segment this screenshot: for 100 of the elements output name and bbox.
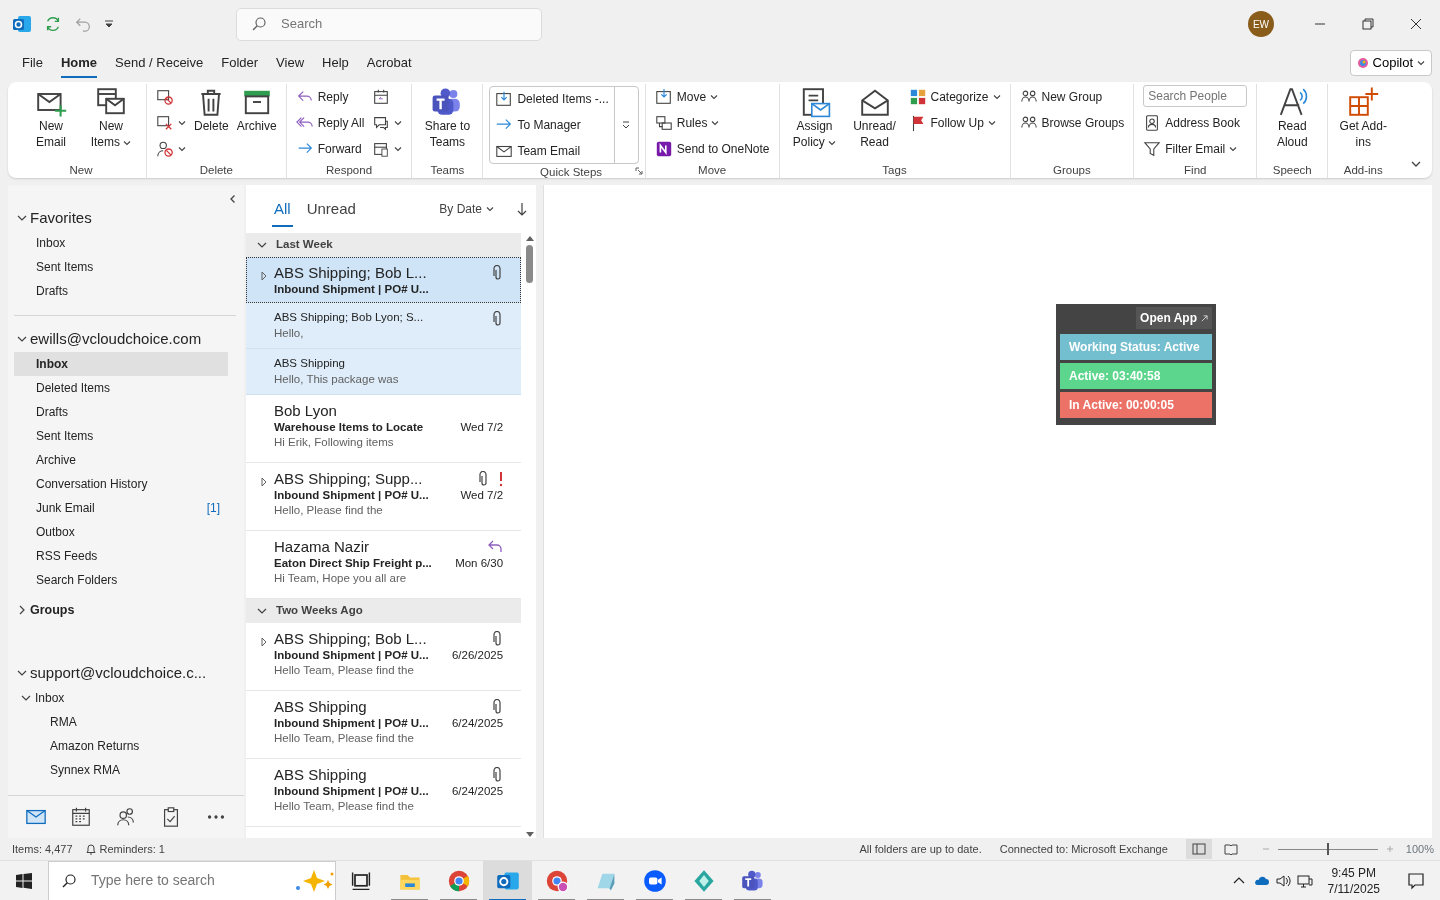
ribbon-button[interactable]: Get Add-ins: [1334, 84, 1393, 152]
folder-item[interactable]: Synnex RMA: [14, 758, 228, 782]
group-label: Respond: [326, 164, 373, 176]
ribbon-button[interactable]: Reply All: [292, 111, 368, 135]
customize-icon[interactable]: [104, 19, 114, 29]
menu-tab[interactable]: Send / Receive: [107, 49, 212, 77]
item-count: Items: 4,477: [12, 841, 73, 857]
ribbon-button[interactable]: Share to Teams: [418, 84, 477, 152]
taskbar-search-field[interactable]: Type here to search: [89, 869, 274, 892]
ribbon-button[interactable]: Rules: [651, 111, 773, 135]
ribbon-button[interactable]: Delete: [191, 84, 232, 136]
folder-item[interactable]: Deleted Items: [14, 376, 228, 400]
folder-group-header[interactable]: Groups: [8, 598, 81, 622]
folder-item[interactable]: RMA: [14, 710, 228, 734]
network-icon[interactable]: [1296, 872, 1313, 889]
ribbon-button[interactable]: Follow Up: [905, 111, 1004, 135]
ribbon-button[interactable]: Deleted Items -...: [492, 87, 612, 111]
collapse-pane-icon[interactable]: [228, 194, 238, 204]
view-button[interactable]: [1185, 839, 1212, 859]
ribbon-button[interactable]: Send to OneNote: [651, 137, 773, 161]
folder-item[interactable]: Inbox: [14, 686, 228, 710]
menu-tab[interactable]: File: [14, 49, 51, 77]
group-header[interactable]: Last Week: [246, 233, 522, 257]
ribbon-button[interactable]: Unread/ Read: [845, 84, 904, 152]
expand-thread-icon[interactable]: [260, 637, 268, 647]
people-icon[interactable]: [115, 806, 137, 828]
sync-icon[interactable]: [44, 15, 62, 33]
ribbon-button[interactable]: Assign Policy: [785, 84, 844, 152]
filter-tab[interactable]: Unread: [304, 195, 358, 223]
folder-item[interactable]: Conversation History: [14, 472, 228, 496]
group-header[interactable]: Two Weeks Ago: [246, 599, 522, 623]
folder-item[interactable]: Amazon Returns: [14, 734, 228, 758]
menu-tab[interactable]: Acrobat: [358, 49, 420, 77]
dialog-launcher-icon[interactable]: [634, 167, 643, 175]
ribbon-button[interactable]: New Email: [22, 84, 80, 152]
account-header[interactable]: Favorites: [8, 205, 98, 231]
folder-item[interactable]: Sent Items: [14, 424, 228, 448]
sender-name: ABS Shipping; Bob Lyon; S...: [274, 310, 425, 325]
maximize-icon[interactable]: [1360, 16, 1376, 32]
ribbon-button[interactable]: Forward: [292, 137, 368, 161]
message-item[interactable]: ABS Shipping; Bob Lyon; S... Hello,: [246, 303, 522, 349]
ribbon-button[interactable]: Filter Email: [1140, 137, 1251, 161]
ribbon-button[interactable]: Reply: [292, 85, 368, 109]
open-app-link[interactable]: Open App: [1136, 307, 1212, 329]
scrollbar-thumb[interactable]: [526, 245, 534, 283]
account-header[interactable]: support@vcloudchoice.c...: [8, 660, 213, 686]
menu-tab[interactable]: Folder: [213, 49, 267, 77]
folder-item[interactable]: RSS Feeds: [14, 544, 228, 568]
close-icon[interactable]: [1408, 16, 1424, 32]
ribbon-button[interactable]: New Items: [82, 84, 140, 152]
calendar-icon[interactable]: [70, 806, 93, 828]
message-item[interactable]: ABS Shipping; Bob L... Inbound Shipment | PO# U...: [246, 257, 522, 303]
folder-item[interactable]: Junk Email [1]: [14, 496, 228, 520]
clock-date[interactable]: 7/11/2025: [1327, 880, 1380, 897]
scroll-up-icon[interactable]: [525, 235, 534, 241]
message-item[interactable]: ABS Shipping Hello, This package was: [246, 349, 522, 395]
clock-time[interactable]: 9:45 PM: [1327, 864, 1380, 881]
caret-icon: [992, 93, 1001, 101]
paperclip-icon: [493, 310, 504, 327]
preview-text: Hello Team, Please find the: [274, 799, 415, 814]
windows-icon[interactable]: [16, 872, 32, 889]
folder-item[interactable]: Inbox: [14, 352, 228, 376]
ribbon-button[interactable]: New Group: [1016, 85, 1128, 109]
ribbon-button[interactable]: Read Aloud: [1263, 84, 1322, 152]
ribbon-button[interactable]: Categorize: [905, 85, 1004, 109]
folder-item[interactable]: Sent Items: [14, 255, 228, 279]
sender-name: Hazama Nazir: [274, 537, 371, 556]
sort-dropdown[interactable]: By Date: [433, 199, 500, 219]
ribbon-button[interactable]: Browse Groups: [1016, 111, 1128, 135]
avatar[interactable]: EW: [1248, 11, 1274, 37]
ribbon-button[interactable]: To Manager: [492, 113, 612, 137]
expand-thread-icon[interactable]: [260, 271, 268, 281]
account-header[interactable]: ewills@vcloudchoice.com: [8, 326, 208, 352]
search-field[interactable]: Search: [279, 13, 541, 35]
sort-arrow-icon[interactable]: [516, 202, 528, 216]
date-text: Mon 6/30: [455, 556, 504, 571]
menu-tab[interactable]: Home: [52, 49, 106, 77]
slider-thumb[interactable]: [1326, 843, 1329, 855]
scroll-down-icon[interactable]: [525, 832, 534, 838]
speaker-icon[interactable]: [1274, 872, 1291, 889]
menu-tab[interactable]: Help: [314, 49, 357, 77]
folder-item[interactable]: Drafts: [14, 279, 228, 303]
folder-item[interactable]: Archive: [14, 448, 228, 472]
expand-thread-icon[interactable]: [260, 477, 268, 487]
folder-item[interactable]: Outbox: [14, 520, 228, 544]
ribbon-button[interactable]: Team Email: [492, 139, 612, 163]
taskbar-search-box[interactable]: Type here to search: [48, 860, 336, 900]
ribbon-button[interactable]: Move: [651, 85, 773, 109]
outlook-icon[interactable]: [12, 14, 32, 34]
ribbon-button[interactable]: Archive: [233, 84, 280, 136]
normal-view-icon: [1191, 842, 1206, 856]
search-box[interactable]: Search: [236, 7, 542, 41]
folder-item[interactable]: Inbox: [14, 231, 228, 255]
search-people-field[interactable]: Search People: [1143, 85, 1248, 107]
notification-icon[interactable]: [1407, 871, 1425, 890]
menu-tab[interactable]: View: [268, 49, 313, 77]
folder-item[interactable]: Drafts: [14, 400, 228, 424]
copilot-button[interactable]: Copilot: [1349, 50, 1432, 76]
folder-item[interactable]: Search Folders: [14, 568, 228, 592]
ribbon-button[interactable]: Address Book: [1140, 111, 1251, 135]
